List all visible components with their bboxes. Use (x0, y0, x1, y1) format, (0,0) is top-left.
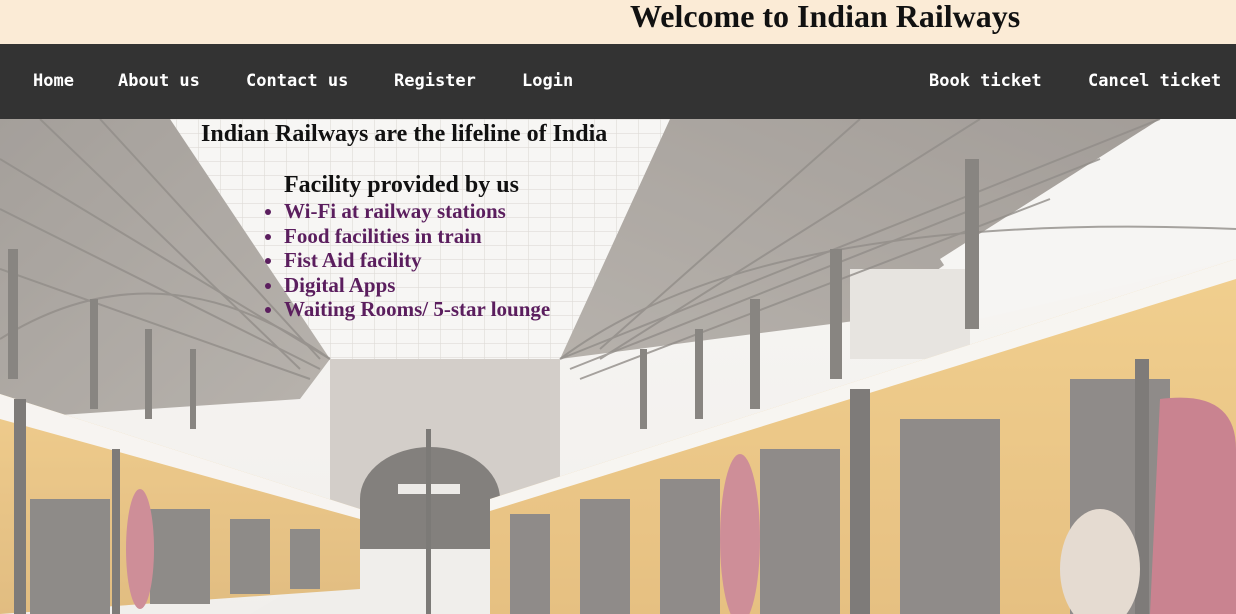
top-navbar: Home About us Contact us Register Login … (0, 44, 1236, 119)
hero-overlay (0, 119, 1236, 614)
hero-section: Indian Railways are the lifeline of Indi… (0, 119, 1236, 614)
nav-book-ticket[interactable]: Book ticket (929, 71, 1042, 91)
tagline-heading: Indian Railways are the lifeline of Indi… (201, 121, 608, 147)
nav-about[interactable]: About us (118, 71, 200, 91)
nav-register[interactable]: Register (394, 71, 476, 91)
list-item: Food facilities in train (284, 224, 550, 249)
site-header: Welcome to Indian Railways (0, 0, 1236, 44)
list-item: Digital Apps (284, 273, 550, 298)
facilities-list: Wi-Fi at railway stations Food facilitie… (284, 199, 550, 322)
nav-home[interactable]: Home (33, 71, 74, 91)
list-item: Waiting Rooms/ 5-star lounge (284, 297, 550, 322)
list-item: Fist Aid facility (284, 248, 550, 273)
nav-cancel-ticket[interactable]: Cancel ticket (1088, 71, 1221, 91)
site-title: Welcome to Indian Railways (630, 0, 1021, 34)
nav-login[interactable]: Login (522, 71, 573, 91)
list-item: Wi-Fi at railway stations (284, 199, 550, 224)
nav-contact[interactable]: Contact us (246, 71, 348, 91)
facilities-heading: Facility provided by us (284, 172, 519, 198)
